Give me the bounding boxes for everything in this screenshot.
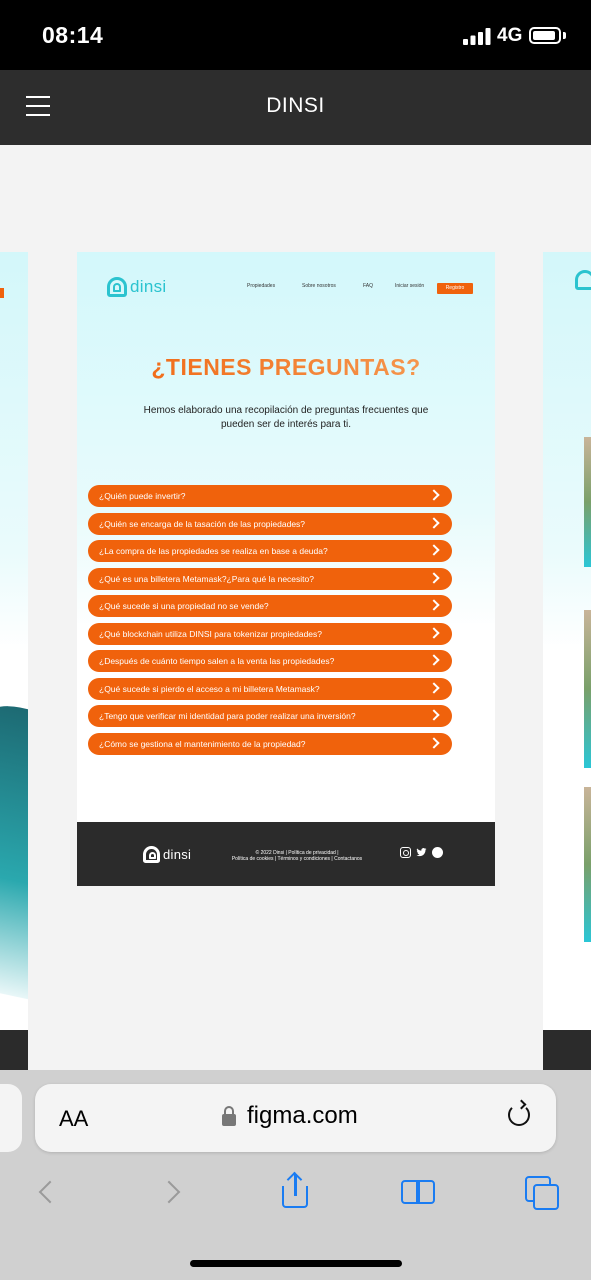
faq-question: ¿Qué sucede si una propiedad no se vende… [99,601,269,611]
site-navbar: dinsi Propiedades Sobre nosotros FAQ Ini… [77,252,495,312]
footer-legal-links: © 2022 Dinsi | Política de privacidad | … [217,850,377,862]
network-type: 4G [497,25,523,46]
faq-item[interactable]: ¿Quién se encarga de la tasación de las … [88,512,452,535]
forward-button[interactable] [155,1172,195,1212]
faq-question: ¿Después de cuánto tiempo salen a la ven… [99,656,335,666]
safari-toolbar: AA figma.com [0,1070,591,1280]
cellular-signal-icon [463,28,491,45]
faq-item[interactable]: ¿Tengo que verificar mi identidad para p… [88,705,452,727]
faq-list: ¿Quién puede invertir? ¿Quién se encarga… [88,485,452,760]
adjacent-frame-right[interactable] [543,252,591,1042]
chevron-right-icon [428,654,440,666]
footer-logo[interactable]: dinsi [143,846,191,863]
chevron-right-icon [428,709,440,721]
twitter-icon[interactable] [416,847,427,858]
nav-link-iniciar-sesion[interactable]: Iniciar sesión [395,283,424,289]
faq-item[interactable]: ¿La compra de las propiedades se realiza… [88,540,452,562]
faq-question: ¿Quién se encarga de la tasación de las … [99,518,306,529]
site-logo[interactable]: dinsi [107,276,166,298]
frame-right-card-image [584,437,591,567]
faq-question: ¿Tengo que verificar mi identidad para p… [99,711,356,721]
figma-canvas[interactable]: dinsi Propiedades Sobre nosotros FAQ Ini… [0,145,591,1070]
frame-right-card-image [584,787,591,942]
dinsi-logo-icon [107,277,127,297]
frame-right-logo-icon [575,270,591,290]
faq-item[interactable]: ¿Después de cuánto tiempo salen a la ven… [88,650,452,672]
faq-page-frame[interactable]: dinsi Propiedades Sobre nosotros FAQ Ini… [77,252,495,886]
chevron-right-icon [428,599,440,611]
faq-item[interactable]: ¿Qué es una billetera Metamask?¿Para qué… [88,567,452,590]
frame-right-footer [543,1030,591,1070]
faq-item[interactable]: ¿Quién puede invertir? [88,485,452,507]
battery-icon [529,27,561,44]
social-icons [400,847,443,858]
status-bar: 08:14 4G [0,0,591,70]
chevron-right-icon [428,571,440,584]
nav-link-sobre-nosotros[interactable]: Sobre nosotros [302,283,336,289]
bookmarks-button[interactable] [399,1172,439,1212]
dinsi-logo-icon [143,846,160,863]
frame-right-card-image [584,610,591,768]
register-button[interactable]: Registro [437,283,473,294]
faq-question: ¿Cómo se gestiona el mantenimiento de la… [99,738,306,749]
previous-tab-preview[interactable] [0,1084,22,1152]
share-button[interactable] [276,1172,316,1212]
page-title: ¿TIENES PREGUNTAS? [77,354,495,381]
text-size-button[interactable]: AA [59,1106,88,1132]
url-domain[interactable]: figma.com [247,1102,358,1130]
logo-text: dinsi [130,277,167,296]
chevron-right-icon [428,489,440,501]
home-indicator[interactable] [190,1260,402,1267]
footer-logo-text: dinsi [163,847,192,862]
status-time: 08:14 [42,22,104,48]
share-arrow-icon [294,1174,297,1196]
github-icon[interactable] [432,847,443,858]
site-footer: dinsi © 2022 Dinsi | Política de privaci… [77,822,495,886]
chevron-right-icon [428,626,440,639]
faq-item[interactable]: ¿Qué sucede si pierdo el acceso a mi bil… [88,677,452,700]
faq-question: ¿Qué es una billetera Metamask?¿Para qué… [99,573,314,584]
faq-question: ¿Qué blockchain utiliza DINSI para token… [99,628,323,639]
adjacent-frame-left[interactable] [0,252,28,1042]
frame-left-image [0,694,28,1000]
chevron-right-icon [428,516,440,529]
faq-question: ¿Qué sucede si pierdo el acceso a mi bil… [99,683,320,694]
chevron-right-icon [428,736,440,749]
footer-line-2[interactable]: Política de cookies | Términos y condici… [217,856,377,862]
reload-icon[interactable] [508,1104,530,1126]
faq-question: ¿La compra de las propiedades se realiza… [99,546,328,556]
back-button[interactable] [30,1172,70,1212]
address-bar[interactable]: AA figma.com [35,1084,556,1152]
prototype-title: DINSI [266,94,325,117]
nav-link-faq[interactable]: FAQ [363,283,373,289]
nav-link-propiedades[interactable]: Propiedades [247,283,275,289]
chevron-right-icon [428,544,440,556]
figma-header: DINSI [0,70,591,145]
faq-item[interactable]: ¿Qué sucede si una propiedad no se vende… [88,595,452,617]
lock-icon [222,1106,236,1126]
chevron-right-icon [428,681,440,694]
battery-tip [563,32,566,39]
frame-left-footer [0,1030,28,1070]
page-subtitle: Hemos elaborado una recopilación de preg… [143,405,429,430]
faq-item[interactable]: ¿Qué blockchain utiliza DINSI para token… [88,622,452,645]
faq-item[interactable]: ¿Cómo se gestiona el mantenimiento de la… [88,732,452,755]
faq-question: ¿Quién puede invertir? [99,491,186,501]
tabs-button[interactable] [525,1172,565,1212]
frame-left-accent [0,288,4,298]
instagram-icon[interactable] [400,847,411,858]
